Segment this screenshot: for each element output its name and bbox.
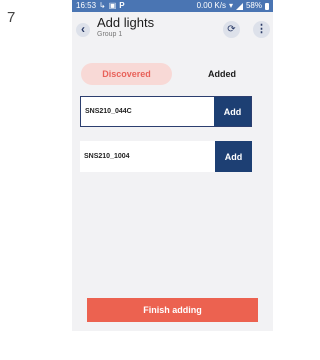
finish-adding-button[interactable]: Finish adding: [87, 298, 258, 322]
page-title: Add lights: [97, 15, 155, 30]
parking-icon: P: [119, 1, 125, 10]
more-options-button[interactable]: ⋮: [253, 21, 270, 38]
more-vertical-icon: ⋮: [256, 23, 267, 35]
navigation-icon: ↳: [99, 1, 106, 10]
chevron-left-icon: ‹: [81, 22, 85, 36]
status-bar-left: 16:53 ↳ ▣ P: [76, 0, 125, 12]
wifi-icon: ▾: [228, 1, 233, 10]
page-subtitle: Group 1: [97, 31, 123, 38]
phone-screen: 16:53 ↳ ▣ P 0.00 K/s ▾ 58% ‹ Add lights …: [72, 0, 273, 360]
refresh-button[interactable]: ⟳: [223, 21, 240, 38]
tab-added[interactable]: Added: [190, 63, 254, 85]
screen-icon: ▣: [108, 1, 117, 10]
tab-bar: Discovered Added: [72, 63, 273, 85]
add-light-button[interactable]: Add: [215, 141, 252, 172]
step-number: 7: [7, 9, 16, 26]
bottom-area: [72, 331, 273, 360]
light-item[interactable]: SNS210_1004 Add: [80, 141, 252, 172]
back-button[interactable]: ‹: [76, 23, 90, 37]
battery-level: 58%: [245, 1, 262, 10]
light-item[interactable]: SNS210_044C Add: [80, 96, 252, 127]
add-light-button[interactable]: Add: [214, 97, 251, 126]
light-name: SNS210_1004: [84, 153, 130, 160]
refresh-icon: ⟳: [227, 24, 236, 35]
status-bar-right: 0.00 K/s ▾ 58%: [197, 0, 269, 12]
status-bar: 16:53 ↳ ▣ P 0.00 K/s ▾ 58%: [72, 0, 273, 12]
battery-icon: [265, 2, 269, 10]
app-bar: ‹ Add lights Group 1 ⟳ ⋮: [72, 12, 273, 46]
signal-icon: [235, 2, 243, 10]
tab-discovered[interactable]: Discovered: [81, 63, 172, 85]
status-time: 16:53: [76, 1, 97, 10]
light-name: SNS210_044C: [85, 108, 132, 115]
network-speed: 0.00 K/s: [196, 1, 226, 10]
